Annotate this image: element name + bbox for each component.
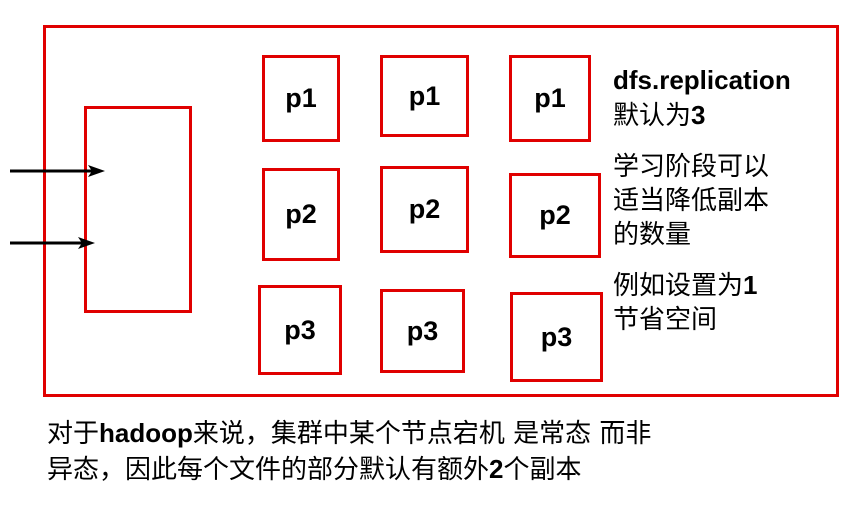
config-key: dfs.replication	[613, 65, 791, 95]
block-p2-replica-3: p2	[509, 173, 601, 258]
file-source-box	[84, 106, 192, 313]
caption-hadoop: hadoop	[99, 418, 193, 448]
replication-diagram: p1 p1 p1 p2 p2 p2 p3 p3 p3 dfs.replicati…	[0, 0, 851, 519]
block-label: p3	[406, 315, 439, 346]
default-prefix: 默认为	[613, 101, 692, 131]
input-arrow-bottom	[10, 237, 95, 249]
block-label: p2	[539, 200, 571, 230]
caption-text: 异态，因此每个文件的部分默认有额外	[47, 455, 490, 485]
learning-stage-note: 学习阶段可以 适当降低副本 的数量	[613, 150, 769, 252]
block-p1-replica-1: p1	[262, 55, 340, 142]
block-p2-replica-2: p2	[380, 166, 469, 253]
caption: 对于hadoop来说，集群中某个节点宕机 是常态 而非 异态，因此每个文件的部分…	[47, 416, 651, 488]
block-p3-replica-2: p3	[380, 289, 465, 373]
example-line-2: 节省空间	[613, 305, 718, 335]
block-label: p3	[284, 314, 316, 345]
block-p1-replica-2: p1	[380, 55, 469, 137]
learning-line-2: 适当降低副本	[613, 186, 770, 216]
caption-line-1: 对于hadoop来说，集群中某个节点宕机 是常态 而非	[47, 416, 651, 452]
input-arrow-top	[10, 165, 105, 177]
block-label: p1	[285, 83, 317, 113]
learning-line-1: 学习阶段可以	[613, 152, 770, 182]
block-label: p1	[534, 83, 566, 113]
example-value: 1	[743, 270, 758, 300]
block-label: p3	[540, 321, 573, 352]
caption-text: 来说，集群中某个节点宕机 是常态 而非	[192, 419, 652, 449]
caption-text: 对于	[47, 419, 100, 449]
example-note: 例如设置为1 节省空间	[613, 268, 757, 337]
replication-setting-note: dfs.replication 默认为3	[613, 63, 791, 133]
caption-replica-count: 2	[489, 454, 504, 484]
learning-line-3: 的数量	[613, 220, 692, 250]
default-value: 3	[691, 100, 706, 130]
example-prefix: 例如设置为	[613, 271, 744, 301]
block-p2-replica-1: p2	[262, 168, 340, 261]
block-label: p2	[285, 199, 317, 229]
block-p1-replica-3: p1	[509, 55, 591, 142]
caption-text: 个副本	[503, 455, 582, 485]
block-p3-replica-3: p3	[510, 292, 603, 382]
block-label: p2	[408, 194, 441, 224]
caption-line-2: 异态，因此每个文件的部分默认有额外2个副本	[47, 452, 651, 488]
block-label: p1	[408, 80, 441, 111]
block-p3-replica-1: p3	[258, 285, 342, 375]
